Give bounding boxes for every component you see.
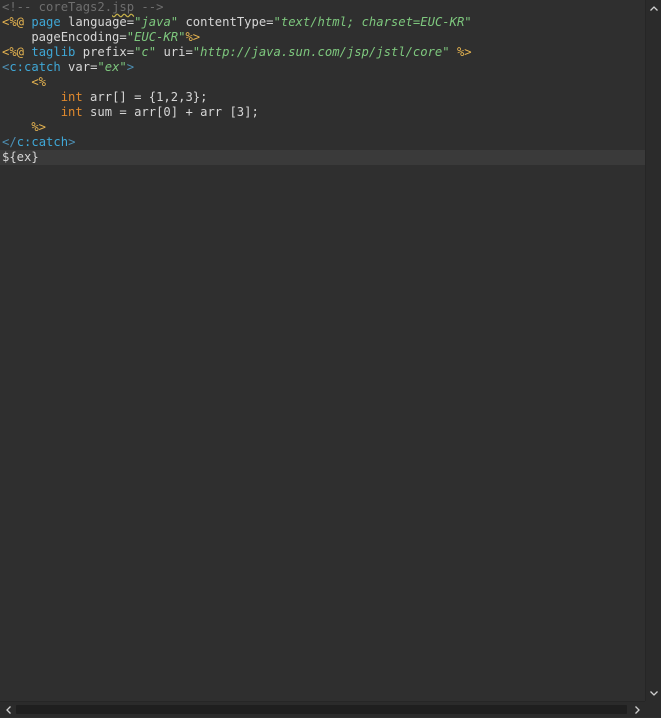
code-token: > [68, 135, 76, 149]
code-line[interactable]: <%@ page language="java" contentType="te… [0, 15, 645, 30]
code-line[interactable]: <!-- coreTags2.jsp --> [0, 0, 645, 15]
code-lines[interactable]: <!-- coreTags2.jsp --> <%@ page language=… [0, 0, 645, 165]
code-token: sum = arr[0] + arr [3]; [82, 105, 259, 119]
vertical-scrollbar[interactable] [645, 0, 661, 701]
code-token: %> [449, 45, 472, 59]
code-line[interactable]: </c:catch> [0, 135, 645, 150]
code-token: "c" [134, 45, 157, 59]
code-token: page [31, 15, 61, 29]
horizontal-scroll-thumb[interactable] [16, 705, 627, 714]
code-token: c:catch [9, 60, 61, 74]
code-line[interactable]: <% [0, 75, 645, 90]
code-token: arr[] = {1,2,3}; [82, 90, 208, 104]
code-token: <% [2, 75, 47, 89]
scroll-left-button[interactable] [0, 702, 16, 718]
code-token: uri= [156, 45, 193, 59]
code-token: > [126, 60, 135, 74]
chevron-left-icon [5, 706, 11, 714]
scroll-right-button[interactable] [629, 702, 645, 718]
code-line[interactable]: %> [0, 120, 645, 135]
code-token: <%@ [2, 45, 32, 59]
code-token: ${ex} [2, 150, 39, 164]
code-token: c:catch [16, 135, 69, 149]
code-line[interactable]: <%@ taglib prefix="c" uri="http://java.s… [0, 45, 645, 60]
code-token: taglib [31, 45, 76, 59]
code-token: </ [2, 135, 17, 149]
code-token: "http://java.sun.com/jsp/jstl/core" [192, 45, 450, 59]
code-token: "ex" [97, 60, 127, 74]
horizontal-scrollbar[interactable] [0, 701, 645, 717]
code-line[interactable]: int sum = arr[0] + arr [3]; [0, 105, 645, 120]
code-token: <!-- coreTags2. [2, 0, 113, 14]
chevron-down-icon [650, 690, 658, 696]
code-token: jsp [112, 0, 135, 14]
code-token: "EUC-KR" [126, 30, 186, 44]
scrollbar-corner [645, 701, 661, 717]
code-token: int [60, 90, 83, 104]
code-line[interactable]: ${ex} [0, 150, 645, 165]
code-token: %> [185, 30, 201, 44]
code-token: %> [2, 120, 47, 134]
scroll-up-button[interactable] [646, 0, 661, 16]
code-line[interactable]: <c:catch var="ex"> [0, 60, 645, 75]
scroll-down-button[interactable] [646, 685, 661, 701]
code-token: var= [60, 60, 98, 74]
code-line[interactable]: int arr[] = {1,2,3}; [0, 90, 645, 105]
chevron-up-icon [650, 5, 658, 11]
code-token: "text/html; charset=EUC-KR" [273, 15, 472, 29]
code-token: "java" [134, 15, 179, 29]
code-line[interactable]: pageEncoding="EUC-KR"%> [0, 30, 645, 45]
code-editor[interactable]: <!-- coreTags2.jsp --> <%@ page language=… [0, 0, 645, 701]
code-token: prefix= [75, 45, 135, 59]
code-token: <%@ [2, 15, 32, 29]
code-token: int [60, 105, 83, 119]
chevron-right-icon [634, 706, 640, 714]
code-token: pageEncoding= [2, 30, 127, 44]
code-token: contentType= [178, 15, 274, 29]
code-token: language= [60, 15, 135, 29]
code-token: --> [134, 0, 164, 14]
